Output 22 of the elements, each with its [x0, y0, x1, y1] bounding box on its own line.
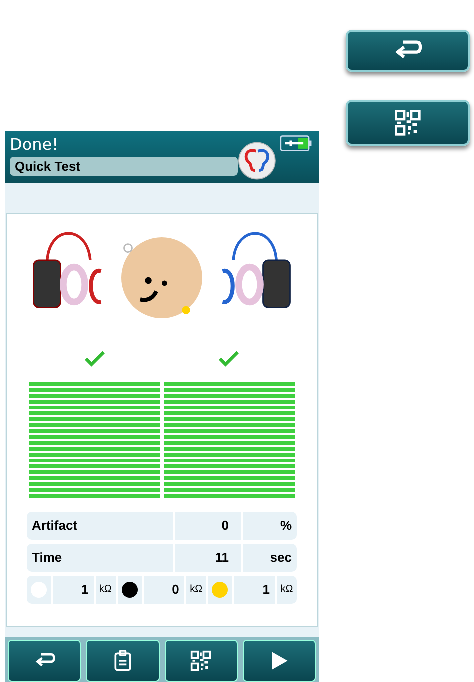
- impedance-value: 0: [144, 576, 184, 604]
- qr-code-icon: [393, 109, 423, 137]
- impedance-value: 1: [234, 576, 276, 604]
- impedance-value: 1: [53, 576, 94, 604]
- qr-button[interactable]: [346, 100, 470, 146]
- stat-value: 0: [175, 512, 241, 540]
- qr-code-icon: [190, 650, 212, 672]
- stat-value: 11: [175, 544, 241, 572]
- stat-label: Time: [27, 544, 173, 572]
- battery-icon: [280, 135, 313, 152]
- return-button[interactable]: [346, 30, 470, 72]
- impedance-unit: kΩ: [277, 576, 298, 604]
- report-button[interactable]: [86, 640, 160, 682]
- stat-label: Artifact: [27, 512, 173, 540]
- impedance-unit: kΩ: [96, 576, 116, 604]
- screen-title: Done!: [10, 135, 60, 155]
- stat-unit: sec: [243, 544, 297, 572]
- ears-logo-icon: [238, 141, 276, 181]
- test-name-field: Quick Test: [10, 157, 238, 176]
- impedance-unit: kΩ: [186, 576, 206, 604]
- play-button[interactable]: [242, 640, 316, 682]
- stat-unit: %: [243, 512, 297, 540]
